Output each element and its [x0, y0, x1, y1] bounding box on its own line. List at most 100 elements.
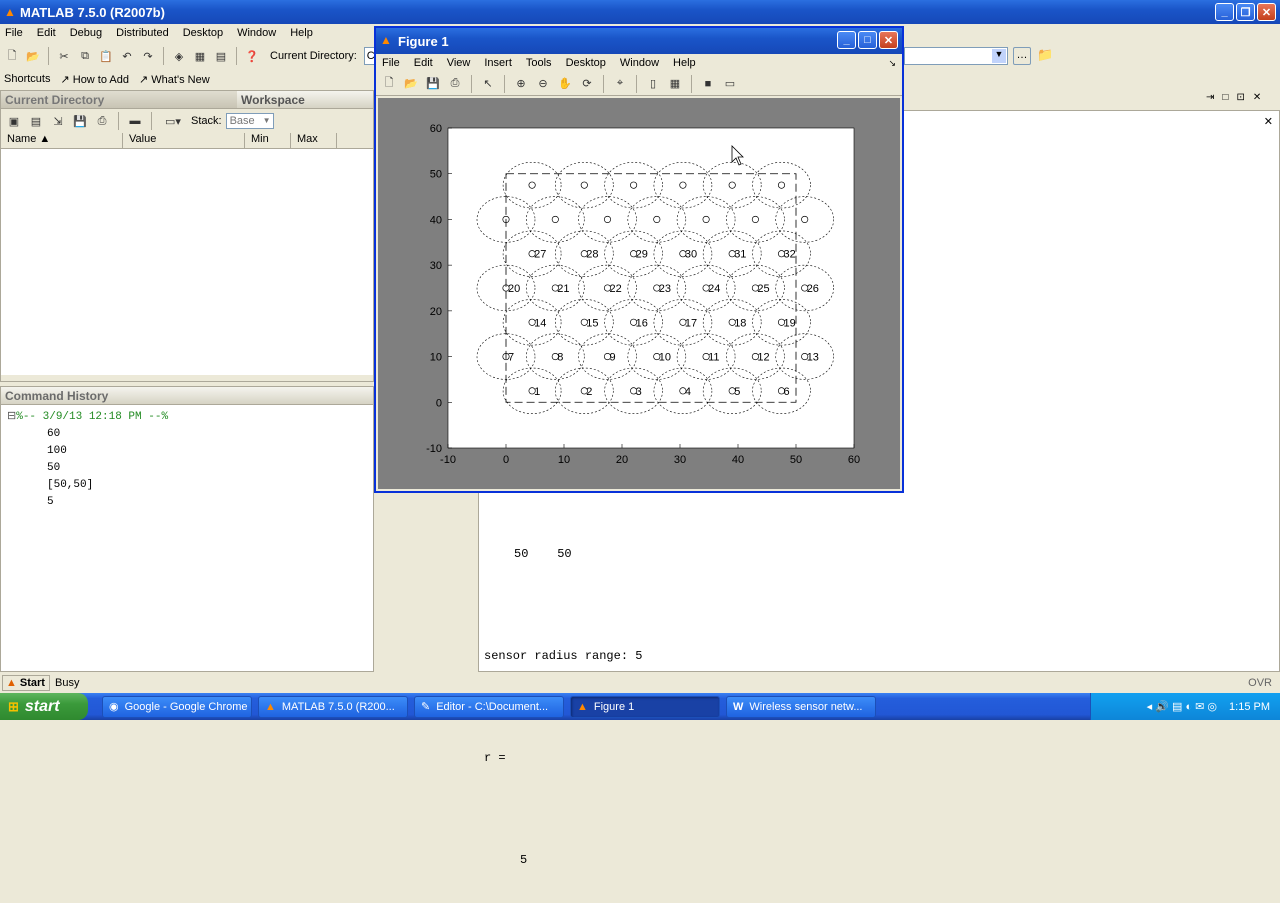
history-entry[interactable]: 5 — [7, 494, 367, 511]
open-folder-icon[interactable]: 📂 — [24, 47, 42, 65]
undo-icon[interactable]: ↶ — [118, 47, 136, 65]
edit-plot-arrow-icon[interactable]: ↖ — [479, 75, 497, 93]
figure-menu-file[interactable]: File — [382, 57, 400, 69]
chrome-icon: ◉ — [109, 701, 119, 713]
pan-hand-icon[interactable]: ✋ — [556, 75, 574, 93]
redo-icon[interactable]: ↷ — [139, 47, 157, 65]
figure-canvas[interactable]: -10 0 10 20 30 40 50 60 -10 0 10 20 30 40 50 60 1 2 3 4 5 6 7 8… — [378, 98, 900, 489]
sensor-plot[interactable]: -10 0 10 20 30 40 50 60-1001020304050601 2 3 4 5 67 8… — [378, 98, 900, 489]
colorbar-icon[interactable]: ▯ — [644, 75, 662, 93]
task-matlab[interactable]: ▲ MATLAB 7.5.0 (R200... — [258, 695, 408, 718]
sensor-label: 17 — [685, 317, 697, 329]
profiler-icon[interactable]: ▤ — [212, 47, 230, 65]
task-chrome[interactable]: ◉ Google - Google Chrome — [102, 695, 252, 718]
shortcuts-label: Shortcuts — [4, 73, 51, 85]
task-word[interactable]: W Wireless sensor netw... — [726, 695, 876, 718]
start-menu-button[interactable]: ▲ Start — [2, 675, 50, 691]
legend-icon[interactable]: ▦ — [666, 75, 684, 93]
figure-menu-help[interactable]: Help — [673, 57, 696, 69]
open-variable-icon[interactable]: ▤ — [27, 112, 45, 130]
figure-menu-view[interactable]: View — [447, 57, 471, 69]
menu-edit[interactable]: Edit — [37, 27, 56, 39]
history-entry[interactable]: 60 — [7, 426, 367, 443]
figure-menu-desktop[interactable]: Desktop — [566, 57, 606, 69]
import-data-icon[interactable]: ⇲ — [49, 112, 67, 130]
tab-current-directory[interactable]: Current Directory — [1, 91, 237, 109]
start-button[interactable]: ⊞ start — [0, 693, 88, 720]
maximize-button[interactable]: ❐ — [1236, 3, 1255, 21]
open-file-icon[interactable]: 📂 — [402, 75, 420, 93]
menu-desktop[interactable]: Desktop — [183, 27, 223, 39]
close-tab-icon[interactable]: ✕ — [1264, 115, 1273, 128]
zoom-out-icon[interactable]: ⊖ — [534, 75, 552, 93]
save-workspace-icon[interactable]: 💾 — [71, 112, 89, 130]
column-min[interactable]: Min — [245, 133, 291, 148]
plot-selector-icon[interactable]: ▭▾ — [159, 112, 187, 130]
menu-window[interactable]: Window — [237, 27, 276, 39]
command-history-title: Command History — [1, 387, 373, 405]
print-icon[interactable]: ⎙ — [93, 112, 111, 130]
tab-workspace[interactable]: Workspace — [237, 91, 373, 109]
figure-menu-tools[interactable]: Tools — [526, 57, 552, 69]
new-figure-icon[interactable]: 🗋 — [380, 75, 398, 93]
column-value[interactable]: Value — [123, 133, 245, 148]
history-entry[interactable]: 50 — [7, 460, 367, 477]
new-variable-icon[interactable]: ▣ — [5, 112, 23, 130]
how-to-add-link[interactable]: ↗ How to Add — [60, 73, 129, 86]
browse-button[interactable]: … — [1013, 47, 1031, 65]
sensor-label: 29 — [636, 249, 648, 261]
output-line: r = — [484, 751, 506, 765]
chevron-down-icon[interactable]: ▼ — [992, 49, 1006, 63]
paste-icon[interactable]: 📋 — [97, 47, 115, 65]
figure-maximize-button[interactable]: □ — [858, 31, 877, 49]
x-tick-label: 50 — [790, 454, 802, 466]
task-editor[interactable]: ✎ Editor - C:\Document... — [414, 695, 564, 718]
new-file-icon[interactable]: 🗋 — [3, 47, 21, 65]
minimize-pane-icon[interactable]: ⊡ — [1236, 92, 1244, 103]
delete-icon[interactable]: ▬ — [126, 112, 144, 130]
print-figure-icon[interactable]: ⎙ — [446, 75, 464, 93]
close-button[interactable]: ✕ — [1257, 3, 1276, 21]
task-figure[interactable]: ▲ Figure 1 — [570, 695, 720, 718]
menu-debug[interactable]: Debug — [70, 27, 102, 39]
rotate-3d-icon[interactable]: ⟳ — [578, 75, 596, 93]
guide-icon[interactable]: ▦ — [191, 47, 209, 65]
maximize-pane-icon[interactable]: □ — [1222, 92, 1228, 103]
history-session-header[interactable]: ⊟%-- 3/9/13 12:18 PM --% — [7, 409, 367, 426]
sensor-label: 11 — [708, 352, 719, 364]
copy-icon[interactable]: ⧉ — [76, 47, 94, 65]
figure-dock-icon[interactable]: ↘ — [888, 58, 896, 69]
menu-distributed[interactable]: Distributed — [116, 27, 169, 39]
undock-icon[interactable]: ⇥ — [1206, 92, 1214, 103]
matlab-logo-icon: ▲ — [577, 700, 588, 713]
zoom-in-icon[interactable]: ⊕ — [512, 75, 530, 93]
menu-file[interactable]: File — [5, 27, 23, 39]
figure-minimize-button[interactable]: _ — [837, 31, 856, 49]
figure-menu-window[interactable]: Window — [620, 57, 659, 69]
simulink-icon[interactable]: ◈ — [170, 47, 188, 65]
whats-new-link[interactable]: ↗ What's New — [139, 73, 210, 86]
current-directory-input-tail[interactable]: ▼ — [904, 47, 1008, 65]
help-icon[interactable]: ❓ — [243, 47, 261, 65]
up-folder-icon[interactable]: 📁 — [1037, 47, 1053, 63]
minimize-button[interactable]: _ — [1215, 3, 1234, 21]
stack-select[interactable]: Base ▼ — [225, 113, 274, 129]
history-entry[interactable]: [50,50] — [7, 477, 367, 494]
figure-title: Figure 1 — [398, 33, 449, 49]
close-pane-icon[interactable]: ✕ — [1253, 92, 1261, 103]
show-plot-tools-icon[interactable]: ▭ — [721, 75, 739, 93]
column-name[interactable]: Name ▲ — [1, 133, 123, 148]
figure-menu-edit[interactable]: Edit — [414, 57, 433, 69]
menu-help[interactable]: Help — [290, 27, 313, 39]
cut-icon[interactable]: ✂ — [55, 47, 73, 65]
hide-plot-tools-icon[interactable]: ■ — [699, 75, 717, 93]
figure-menu-insert[interactable]: Insert — [484, 57, 512, 69]
y-tick-label: 30 — [430, 260, 442, 272]
history-entry[interactable]: 100 — [7, 443, 367, 460]
save-figure-icon[interactable]: 💾 — [424, 75, 442, 93]
data-cursor-icon[interactable]: ⌖ — [611, 75, 629, 93]
column-max[interactable]: Max — [291, 133, 337, 148]
tray-icons[interactable]: ◂ 🔊 ▤ ◐ ✉ ◎ — [1147, 700, 1217, 713]
figure-close-button[interactable]: ✕ — [879, 31, 898, 49]
word-icon: W — [733, 700, 744, 713]
